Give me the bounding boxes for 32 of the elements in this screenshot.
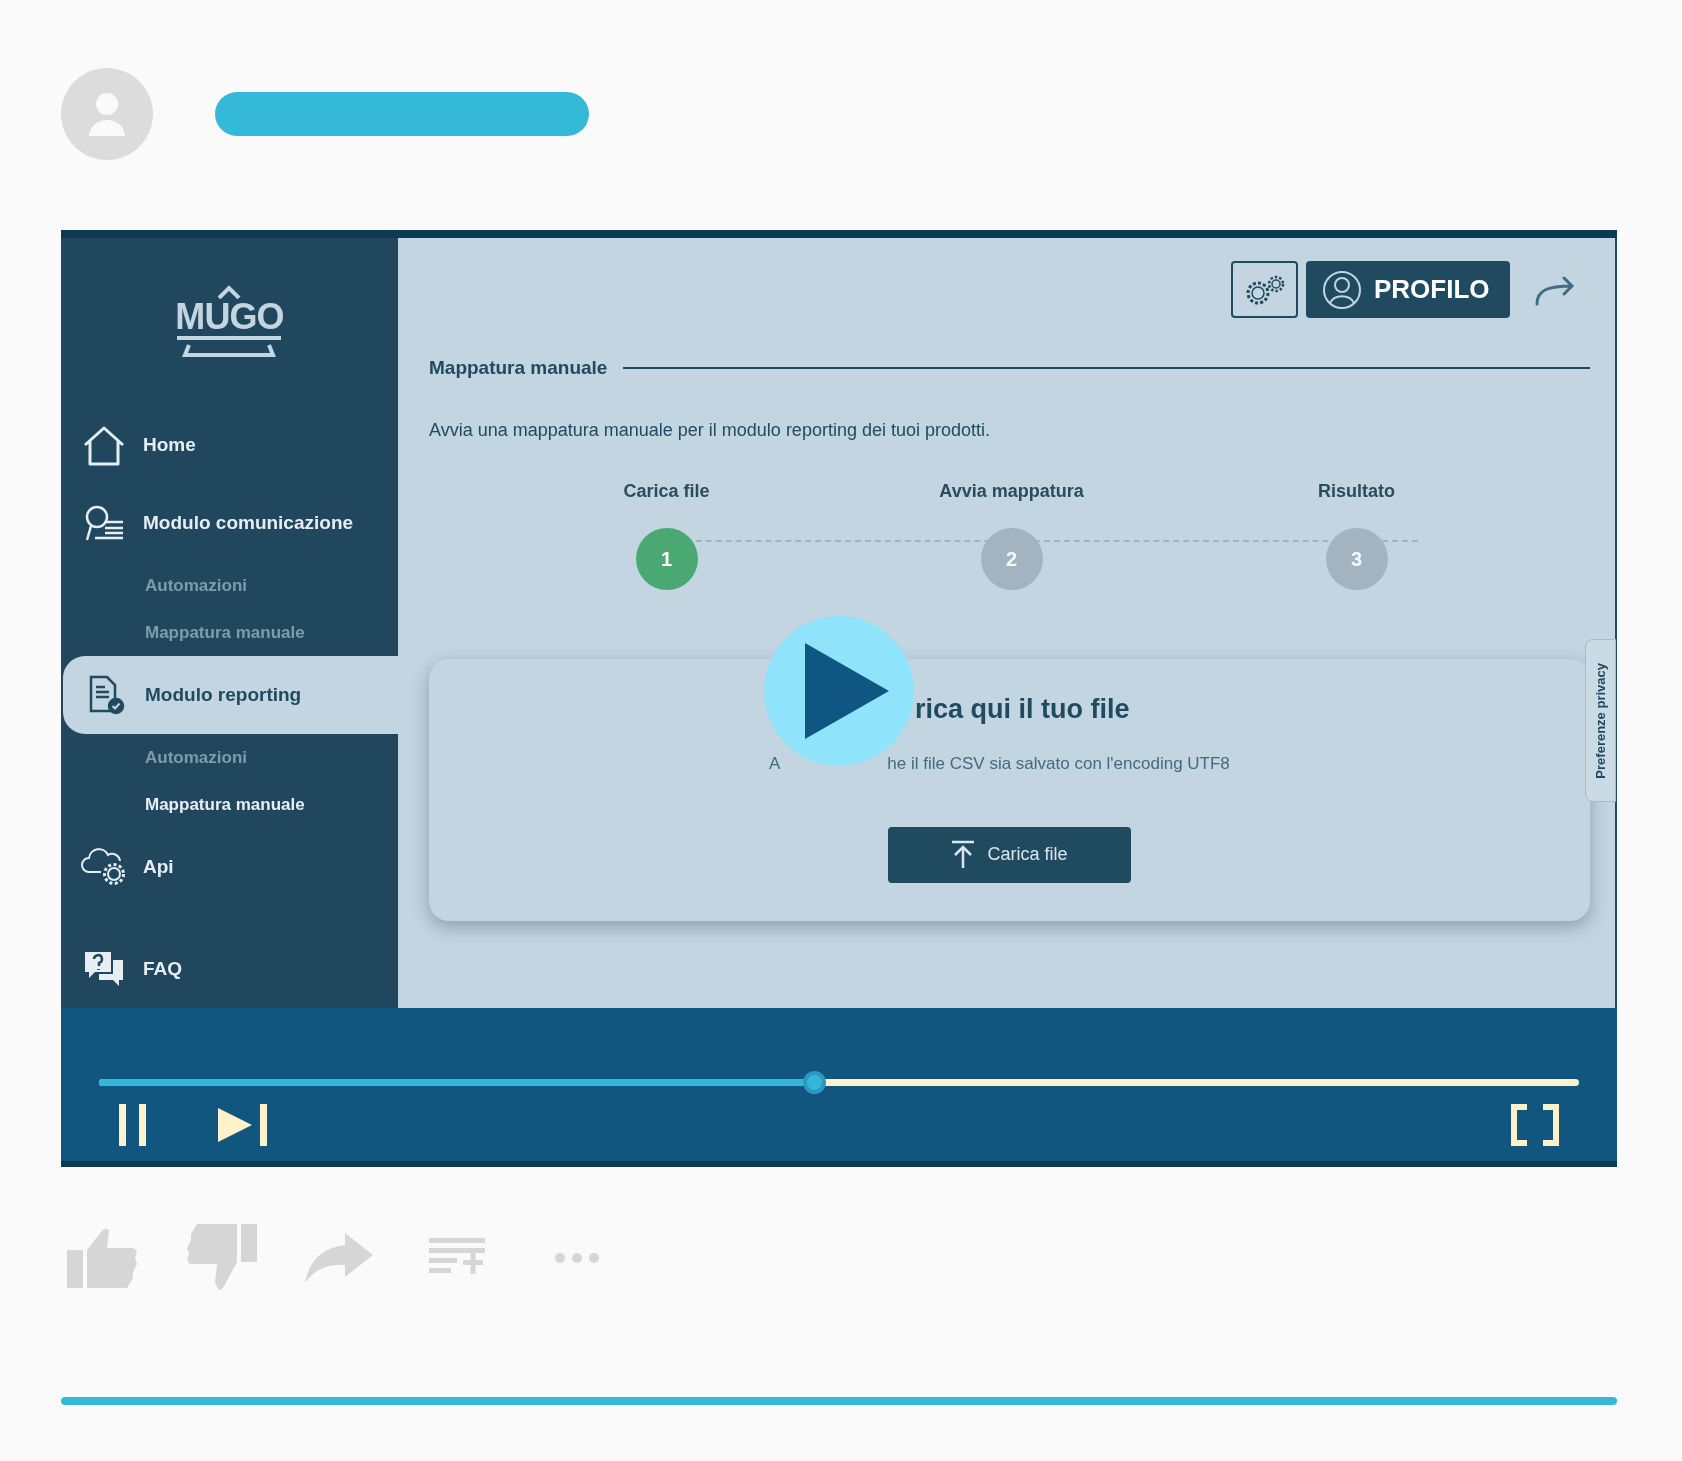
step-label: Carica file: [623, 479, 710, 503]
pause-icon[interactable]: [119, 1104, 147, 1146]
thumbs-up-icon[interactable]: [67, 1226, 139, 1290]
cloud-gear-icon: [81, 848, 127, 887]
user-silhouette-icon: [87, 92, 127, 136]
play-icon: [805, 643, 889, 739]
progress-track[interactable]: [99, 1071, 1579, 1094]
step-label: Risultato: [1318, 479, 1395, 503]
home-icon: [82, 424, 126, 467]
sidebar-item[interactable]: Modulo reporting: [63, 656, 398, 735]
privacy-tab[interactable]: Preferenze privacy: [1585, 639, 1616, 802]
document-check-icon: [87, 675, 125, 716]
upload-icon: [951, 839, 976, 870]
section-description: Avvia una mappatura manuale per il modulo reporting dei tuoi prodotti.: [429, 418, 991, 442]
upload-title: rica qui il tuo file: [915, 693, 1130, 724]
sidebar-item[interactable]: FAQ: [61, 930, 398, 1008]
upload-hint: he il file CSV sia salvato con l'encoding UTF8: [887, 753, 1230, 775]
sidebar-subitem[interactable]: Mappatura manuale: [145, 791, 305, 818]
skip-next-icon[interactable]: [218, 1104, 268, 1146]
logo: MUGO: [175, 285, 284, 360]
sidebar-item[interactable]: Api: [61, 828, 398, 907]
user-icon: [1322, 269, 1362, 310]
progress-thumb[interactable]: [802, 1071, 826, 1094]
profile-button[interactable]: PROFILO: [1306, 261, 1510, 318]
fullscreen-icon[interactable]: [1511, 1104, 1559, 1146]
sidebar-item[interactable]: Home: [61, 406, 398, 485]
upload-hint: A: [769, 753, 781, 775]
step-label: Avvia mappatura: [939, 479, 1084, 503]
section-title: Mappatura manuale: [429, 356, 608, 380]
sidebar-item[interactable]: Modulo comunicazione: [61, 484, 398, 563]
settings-button[interactable]: [1231, 261, 1298, 318]
upload-button[interactable]: Carica file: [888, 826, 1131, 883]
